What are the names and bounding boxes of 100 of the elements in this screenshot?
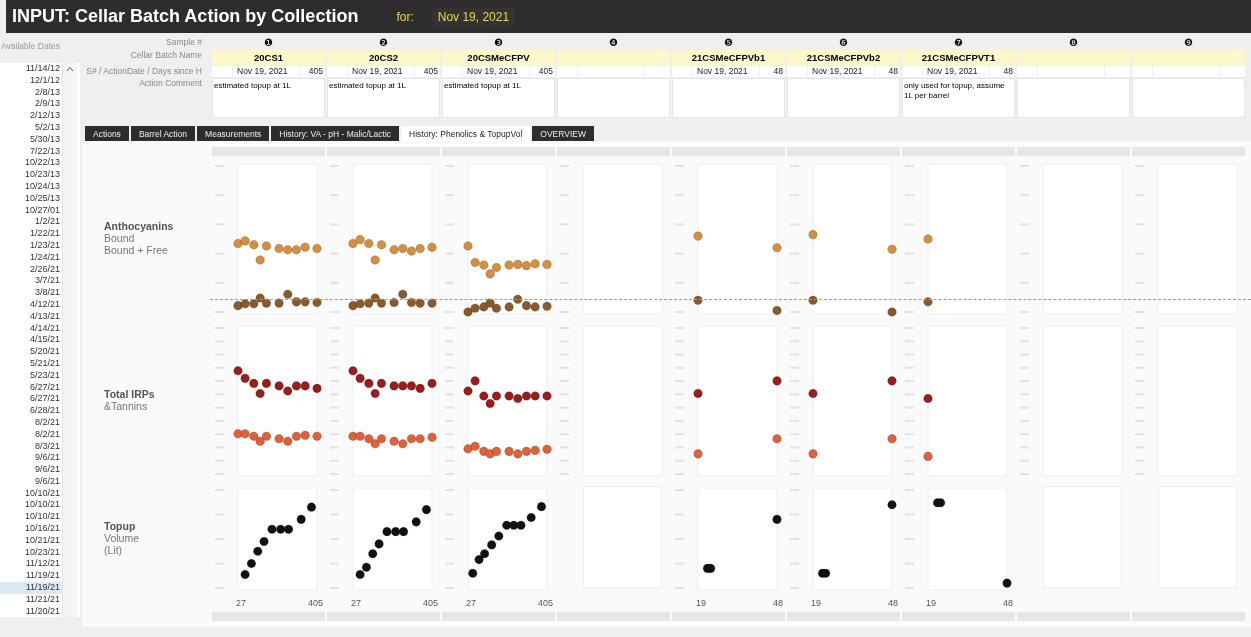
date-item[interactable]: 1/2/21 (0, 216, 62, 229)
date-item[interactable]: 11/19/21 (0, 570, 62, 583)
sample-number: ❻ (838, 37, 849, 49)
date-item[interactable]: 3/7/21 (0, 275, 62, 288)
batch-name-field[interactable]: 20CS2 (327, 50, 440, 65)
date-item[interactable]: 6/28/21 (0, 405, 62, 417)
action-date-field[interactable]: Nov 19, 2021 (233, 66, 299, 77)
tab[interactable]: Barrel Action (130, 126, 196, 141)
date-item[interactable]: 3/8/21 (0, 287, 62, 299)
date-item[interactable]: 4/15/21 (0, 334, 62, 347)
axis-label: 48 (1003, 597, 1013, 610)
date-item[interactable]: 10/10/21 (0, 511, 62, 524)
date-item[interactable]: 6/27/21 (0, 393, 62, 406)
date-item[interactable]: 9/6/21 (0, 452, 62, 465)
axis-label: 19 (811, 597, 821, 610)
axis-label: 27 (236, 597, 246, 610)
date-item[interactable]: 2/8/13 (0, 86, 62, 99)
date-item[interactable]: 10/10/21 (0, 487, 62, 500)
date-item[interactable]: 5/30/13 (0, 133, 62, 146)
comment-field[interactable]: estimated topup at 1L (212, 78, 325, 118)
date-item[interactable]: 9/6/21 (0, 464, 62, 476)
date-item[interactable]: 1/22/21 (0, 228, 62, 240)
row-title: Topup (104, 520, 137, 532)
date-item[interactable]: 1/24/21 (0, 251, 62, 264)
days-field[interactable]: 405 (415, 66, 440, 77)
date-item[interactable]: 4/12/21 (0, 298, 62, 311)
days-field[interactable]: 48 (990, 66, 1015, 77)
date-item[interactable]: 4/13/21 (0, 310, 62, 323)
days-field[interactable]: 405 (530, 66, 555, 77)
date-item[interactable]: 12/1/12 (0, 74, 62, 87)
days-field[interactable]: 48 (875, 66, 900, 77)
date-display: Nov 19, 2021 (431, 6, 516, 27)
tab[interactable]: Measurements (197, 126, 270, 141)
sample-number: ❸ (493, 37, 504, 49)
date-item[interactable]: 10/16/21 (0, 523, 62, 535)
sample-number: ❹ (608, 37, 619, 49)
sample-number: ❾ (1183, 37, 1194, 49)
days-field[interactable]: 405 (300, 66, 325, 77)
form-label: Cellar Batch Name (129, 50, 203, 62)
action-date-field[interactable]: Nov 19, 2021 (808, 66, 874, 77)
row-subtitle: &Tannins (104, 400, 149, 412)
date-item[interactable]: 10/22/13 (0, 157, 62, 170)
date-item[interactable]: 10/25/13 (0, 192, 62, 205)
tab[interactable]: Actions (85, 126, 129, 141)
date-item[interactable]: 10/23/13 (0, 169, 62, 181)
date-item[interactable]: 4/14/21 (0, 322, 62, 335)
date-item[interactable]: 2/12/13 (0, 110, 62, 122)
batch-name-field[interactable]: 21CSMeCFPVb2 (787, 50, 900, 65)
date-item[interactable]: 10/24/13 (0, 180, 62, 193)
date-item[interactable]: 5/23/21 (0, 369, 62, 382)
row-subtitle: Bound + Free (104, 244, 169, 256)
batch-name-field[interactable]: 21CSMeCFPVb1 (672, 50, 785, 65)
date-item[interactable]: 11/20/21 (0, 605, 62, 618)
comment-field[interactable]: estimated topup at 1L (327, 78, 440, 118)
form-label: S# / ActionDate / Days since H (85, 66, 203, 77)
axis-label: 48 (773, 597, 783, 610)
sample-number: ❶ (263, 37, 274, 49)
date-item[interactable]: 10/10/21 (0, 499, 62, 512)
comment-field[interactable]: estimated topup at 1L (442, 78, 555, 118)
row-subtitle: Volume (104, 532, 141, 544)
row-subtitle: (Lit) (104, 544, 124, 556)
date-item[interactable]: 11/12/21 (0, 558, 62, 571)
date-item[interactable]: 10/27/01 (0, 204, 62, 217)
date-item[interactable]: 9/6/21 (0, 475, 62, 488)
axis-label: 27 (351, 597, 361, 610)
date-item[interactable]: 8/2/21 (0, 428, 62, 441)
batch-name-field[interactable]: 21CSMeCFPVT1 (902, 50, 1015, 65)
action-date-field[interactable]: Nov 19, 2021 (348, 66, 414, 77)
tab[interactable]: History: Phenolics & TopupVol (401, 126, 531, 141)
date-item[interactable]: 10/21/21 (0, 534, 62, 547)
date-item[interactable]: 6/27/21 (0, 381, 62, 394)
date-item[interactable]: 11/14/12 (0, 63, 62, 75)
comment-field[interactable]: only used for topup, assume 1L per barrel (902, 78, 1015, 118)
row-title: Anthocyanins (104, 220, 175, 232)
date-item[interactable]: 11/19/21 (0, 582, 62, 594)
tab[interactable]: OVERVIEW (532, 126, 594, 141)
date-item[interactable]: 2/9/13 (0, 98, 62, 111)
date-item[interactable]: 7/22/13 (0, 145, 62, 158)
dates-heading: Available Dates (0, 40, 61, 53)
batch-name-field[interactable]: 20CSMeCFPV (442, 50, 555, 65)
date-item[interactable]: 5/20/21 (0, 346, 62, 358)
date-item[interactable]: 8/3/21 (0, 440, 62, 453)
date-item[interactable]: 5/2/13 (0, 122, 62, 134)
axis-label: 19 (926, 597, 936, 610)
row-title: Total IRPs (104, 388, 156, 400)
form-label: Action Comment (138, 78, 203, 90)
date-item[interactable]: 1/23/21 (0, 239, 62, 252)
date-item[interactable]: 2/26/21 (0, 263, 62, 276)
action-date-field[interactable]: Nov 19, 2021 (693, 66, 759, 77)
date-item[interactable]: 10/23/21 (0, 546, 62, 559)
action-date-field[interactable]: Nov 19, 2021 (923, 66, 989, 77)
date-item[interactable]: 8/2/21 (0, 416, 62, 429)
batch-name-field[interactable]: 20CS1 (212, 50, 325, 65)
page-title: INPUT: Cellar Batch Action by Collection (12, 6, 359, 27)
tab[interactable]: History: VA - pH - Malic/Lactic (271, 126, 400, 141)
date-item[interactable]: 5/21/21 (0, 357, 62, 370)
date-item[interactable]: 11/21/21 (0, 593, 62, 606)
axis-label: 405 (422, 597, 438, 610)
days-field[interactable]: 48 (760, 66, 785, 77)
action-date-field[interactable]: Nov 19, 2021 (463, 66, 529, 77)
